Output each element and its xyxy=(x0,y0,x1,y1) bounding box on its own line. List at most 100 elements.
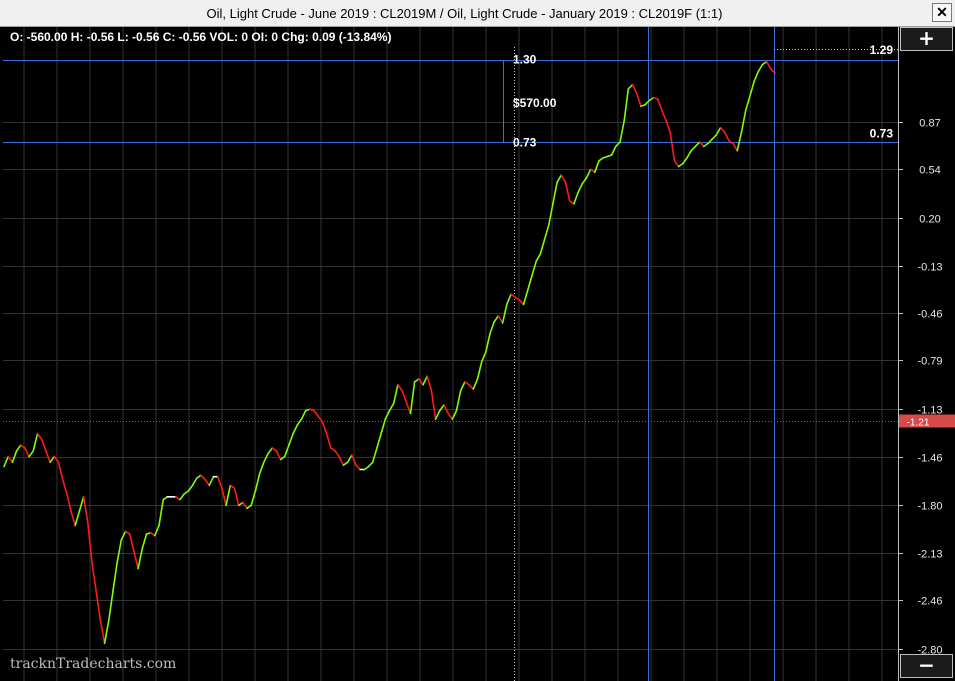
price-line-segment xyxy=(539,238,546,255)
price-line-segment xyxy=(564,181,571,202)
price-line-segment xyxy=(593,160,600,174)
price-line-segment xyxy=(15,444,22,452)
price-line-segment xyxy=(392,383,399,405)
price-line-segment xyxy=(619,119,626,143)
price-line-segment xyxy=(371,447,378,464)
price-line-segment xyxy=(208,475,215,487)
price-line-segment xyxy=(216,475,223,490)
zoom-out-button[interactable]: − xyxy=(900,654,953,678)
price-line-segment xyxy=(690,145,697,152)
price-line-segment xyxy=(3,455,9,468)
price-line-segment xyxy=(82,495,89,524)
price-line-segment xyxy=(300,409,307,421)
price-chart[interactable]: -2.80-2.46-2.13-1.80-1.46-1.13-0.79-0.46… xyxy=(0,27,955,681)
y-tick-label: -0.79 xyxy=(917,356,942,368)
price-line-segment xyxy=(334,449,341,458)
price-line-segment xyxy=(497,315,504,324)
y-tick-label: -0.46 xyxy=(917,309,942,321)
price-line-segment xyxy=(468,383,475,390)
zoom-in-button[interactable]: + xyxy=(900,27,953,51)
price-line-segment xyxy=(221,487,227,507)
price-line-segment xyxy=(459,381,466,392)
price-line-segment xyxy=(325,432,332,449)
price-line-segment xyxy=(740,109,747,133)
price-line-segment xyxy=(489,320,496,334)
price-line-segment xyxy=(522,289,529,306)
price-line-segment xyxy=(623,88,630,122)
price-line-segment xyxy=(108,590,114,622)
price-line-segment xyxy=(719,126,726,133)
window-titlebar: Oil, Light Crude - June 2019 : CL2019M /… xyxy=(0,0,955,27)
price-line-segment xyxy=(472,378,479,390)
y-tick-label: 0.20 xyxy=(919,214,940,226)
price-line-segment xyxy=(158,498,164,527)
price-line-segment xyxy=(346,454,353,464)
price-line-segment xyxy=(447,412,454,421)
price-line-segment xyxy=(417,378,424,386)
price-line-segment xyxy=(179,493,185,501)
price-line-segment xyxy=(661,109,667,122)
price-line-segment xyxy=(233,487,240,507)
price-line-segment xyxy=(401,389,408,403)
price-line-segment xyxy=(531,260,538,277)
price-line-segment xyxy=(321,421,328,435)
price-line-segment xyxy=(556,174,563,184)
price-line-segment xyxy=(204,478,211,487)
price-line-segment xyxy=(292,424,299,435)
price-line-segment xyxy=(57,461,64,481)
price-line-segment xyxy=(137,547,144,570)
y-tick-label: 0.54 xyxy=(919,165,940,177)
price-line-segment xyxy=(397,383,403,392)
measure-end-label: 1.30 xyxy=(513,53,537,67)
close-button[interactable]: ✕ xyxy=(932,3,952,22)
price-line-segment xyxy=(405,401,412,415)
price-line-segment xyxy=(200,474,206,481)
price-line-segment xyxy=(430,389,437,421)
price-line-segment xyxy=(376,432,382,449)
price-line-segment xyxy=(673,160,680,168)
price-line-segment xyxy=(757,63,764,73)
price-line-segment xyxy=(141,533,148,550)
price-line-segment xyxy=(128,533,135,553)
price-line-segment xyxy=(45,449,51,464)
price-line-segment xyxy=(711,134,718,140)
y-tick-label: -2.46 xyxy=(917,596,942,608)
price-line-segment xyxy=(543,224,550,241)
price-line-segment xyxy=(669,131,676,162)
right-low-label: 0.73 xyxy=(870,127,894,141)
y-tick-label: -1.46 xyxy=(917,453,942,465)
y-tick-label: -1.80 xyxy=(917,501,942,513)
price-line-segment xyxy=(552,181,558,205)
price-line-segment xyxy=(656,98,663,112)
price-line-segment xyxy=(681,157,688,165)
price-line-segment xyxy=(112,561,118,593)
price-line-segment xyxy=(225,484,232,507)
ohlc-stats: O: -560.00 H: -0.56 L: -0.56 C: -0.56 VO… xyxy=(10,30,392,44)
price-line-segment xyxy=(95,590,102,622)
price-line-segment xyxy=(154,524,160,537)
measure-amount-label: $570.00 xyxy=(513,96,557,110)
price-line-segment xyxy=(275,449,282,461)
price-line-segment xyxy=(753,70,760,83)
price-line-segment xyxy=(267,447,274,455)
price-line-segment xyxy=(749,80,755,97)
price-line-segment xyxy=(577,182,584,194)
price-line-segment xyxy=(61,478,68,495)
price-line-segment xyxy=(526,274,533,291)
price-line-segment xyxy=(40,438,47,452)
price-line-segment xyxy=(455,389,462,412)
price-line-segment xyxy=(24,447,30,458)
watermark: tracknTradecharts.com xyxy=(10,656,177,672)
price-line-segment xyxy=(28,449,35,458)
price-line-segment xyxy=(581,177,588,185)
price-line-segment xyxy=(74,510,81,527)
price-line-segment xyxy=(66,493,72,512)
price-line-segment xyxy=(560,174,567,184)
price-line-segment xyxy=(70,510,76,527)
price-line-segment xyxy=(254,472,261,492)
price-line-segment xyxy=(744,95,751,112)
price-line-segment xyxy=(631,83,638,95)
price-line-segment xyxy=(422,375,429,386)
price-line-segment xyxy=(288,432,294,446)
price-line-segment xyxy=(635,92,642,107)
